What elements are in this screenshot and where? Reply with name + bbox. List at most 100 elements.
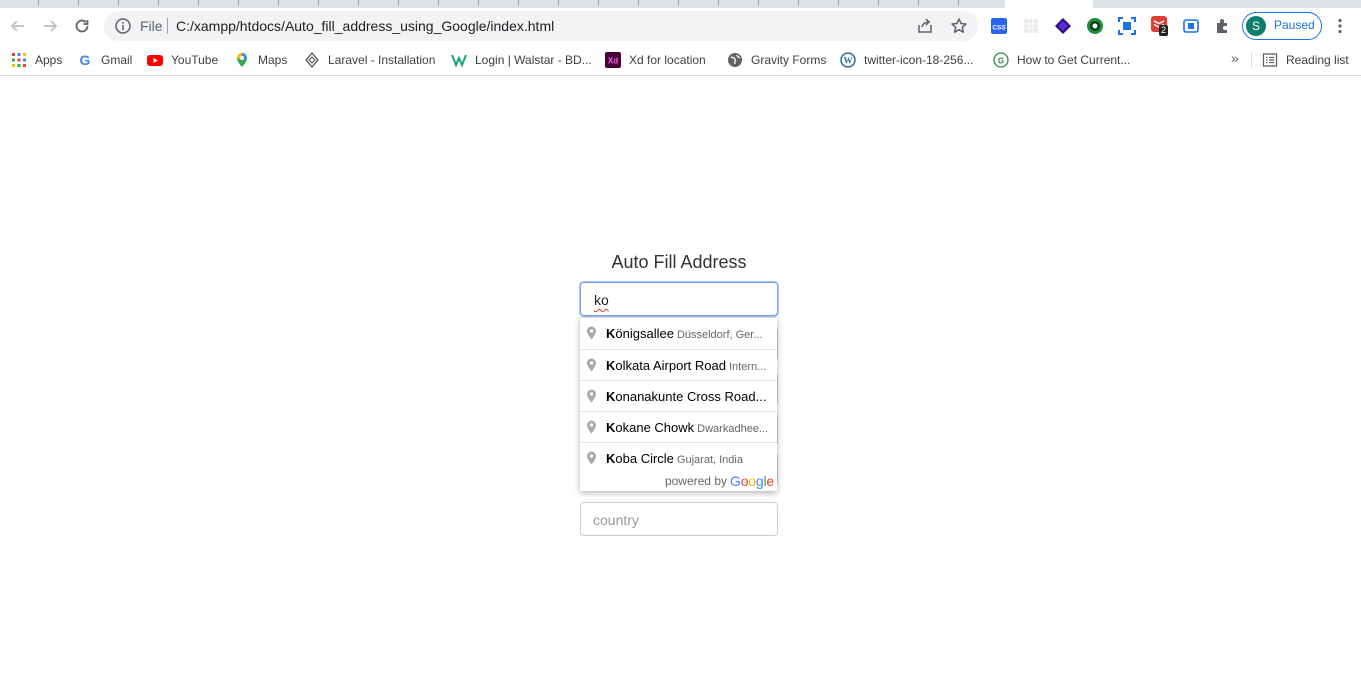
tab-divider xyxy=(798,0,799,6)
tab-divider xyxy=(278,0,279,6)
suggestion-main: olkata Airport Road xyxy=(615,358,726,373)
suggestion-secondary: Intern... xyxy=(728,361,767,373)
forward-arrow-icon xyxy=(44,20,58,32)
bookmark-label: Gmail xyxy=(101,53,133,67)
tab-divider xyxy=(918,0,919,6)
screenshot-extension-icon[interactable] xyxy=(1118,17,1136,35)
country-field[interactable]: country xyxy=(580,502,778,536)
tab-divider xyxy=(78,0,79,6)
share-icon[interactable] xyxy=(916,17,934,35)
info-icon[interactable] xyxy=(114,17,132,35)
tab-extension-icon[interactable] xyxy=(1182,17,1200,35)
apps-grid-icon xyxy=(12,53,26,67)
bookmark-label: Xd for location xyxy=(629,53,706,67)
suggestion-item[interactable]: Kolkata Airport Road Intern... xyxy=(580,349,777,380)
bookmarks-bar: Apps G Gmail YouTube Maps Laravel - Inst… xyxy=(0,44,1361,76)
active-tab[interactable] xyxy=(1005,0,1093,8)
address-search-input[interactable]: ko xyxy=(580,282,778,316)
bookmark-label: Maps xyxy=(258,53,288,67)
bookmark-laravel[interactable]: Laravel - Installation xyxy=(304,50,435,70)
reading-list-icon xyxy=(1262,53,1278,67)
suggestion-item[interactable]: Kokane Chowk Dwarkadhee... xyxy=(580,411,777,442)
svg-text:G: G xyxy=(998,57,1004,66)
tab-divider xyxy=(558,0,559,6)
powered-by-label: powered by xyxy=(664,474,727,488)
bookmark-label: Gravity Forms xyxy=(751,53,827,67)
bookmark-youtube[interactable]: YouTube xyxy=(147,50,218,70)
tab-divider xyxy=(238,0,239,6)
suggestion-match: K xyxy=(606,358,616,373)
bookmark-maps[interactable]: Maps xyxy=(234,50,287,70)
country-placeholder: country xyxy=(593,512,639,528)
tab-divider xyxy=(878,0,879,6)
bookmark-how-to[interactable]: G How to Get Current... xyxy=(993,50,1130,70)
xd-icon: Xd xyxy=(605,52,621,68)
green-circle-extension-icon[interactable] xyxy=(1086,17,1104,35)
profile-status: Paused xyxy=(1274,18,1315,32)
address-bar[interactable]: File C:/xampp/htdocs/Auto_fill_address_u… xyxy=(104,11,978,41)
suggestion-match: K xyxy=(606,326,616,341)
bookmark-xd[interactable]: Xd Xd for location xyxy=(605,50,706,70)
svg-text:W: W xyxy=(844,56,853,66)
suggestion-item[interactable]: Konanakunte Cross Road... xyxy=(580,380,777,411)
tab-divider xyxy=(958,0,959,6)
bookmark-star-icon[interactable] xyxy=(950,17,968,35)
bookmark-label: Login | Walstar - BD... xyxy=(475,53,592,67)
suggestion-item[interactable]: Königsallee Düsseldorf, Ger... xyxy=(580,318,777,349)
tab-divider xyxy=(598,0,599,6)
reading-list-label: Reading list xyxy=(1286,53,1349,67)
suggestion-secondary: Düsseldorf, Ger... xyxy=(676,329,763,341)
back-button[interactable] xyxy=(4,12,32,40)
layers-extension-icon[interactable] xyxy=(1054,17,1072,35)
browser-toolbar: File C:/xampp/htdocs/Auto_fill_address_u… xyxy=(0,8,1361,44)
bookmark-gmail[interactable]: G Gmail xyxy=(77,50,133,70)
bookmark-twitter-icon[interactable]: W twitter-icon-18-256... xyxy=(840,50,973,70)
location-pin-icon xyxy=(587,451,596,465)
bookmark-walstar[interactable]: Login | Walstar - BD... xyxy=(451,50,592,70)
profile-button[interactable]: S Paused xyxy=(1242,12,1322,40)
omnibox-divider xyxy=(167,18,168,34)
reading-list-button[interactable]: Reading list xyxy=(1262,50,1349,70)
suggestion-main: önigsallee xyxy=(615,326,674,341)
search-input-value: ko xyxy=(594,292,609,308)
more-menu-icon[interactable] xyxy=(1331,17,1349,35)
tab-divider xyxy=(158,0,159,6)
grid-extension-icon[interactable] xyxy=(1022,17,1040,35)
suggestion-item[interactable]: Koba Circle Gujarat, India xyxy=(580,442,777,473)
location-pin-icon xyxy=(587,326,596,340)
tab-divider xyxy=(358,0,359,6)
back-arrow-icon xyxy=(10,20,24,32)
bookmark-apps[interactable]: Apps xyxy=(11,50,62,70)
puzzle-extensions-icon[interactable] xyxy=(1214,17,1232,35)
location-pin-icon xyxy=(587,389,596,403)
suggestion-secondary: Dwarkadhee... xyxy=(697,423,769,435)
page-title: Auto Fill Address xyxy=(611,252,747,272)
reload-button[interactable] xyxy=(68,12,96,40)
forward-button[interactable] xyxy=(36,12,64,40)
more-bookmarks-icon[interactable]: » xyxy=(1231,50,1239,66)
bookmark-label: YouTube xyxy=(171,53,219,67)
google-icon: G xyxy=(80,52,91,68)
tab-divider xyxy=(838,0,839,6)
bookmark-label: Apps xyxy=(35,53,63,67)
geeks-icon: G xyxy=(993,52,1009,68)
walstar-icon xyxy=(451,54,467,68)
bookmark-gravity[interactable]: Gravity Forms xyxy=(727,50,826,70)
tab-divider xyxy=(518,0,519,6)
svg-text:Xd: Xd xyxy=(608,57,618,66)
tab-divider xyxy=(478,0,479,6)
tab-divider xyxy=(198,0,199,6)
url-text[interactable]: C:/xampp/htdocs/Auto_fill_address_using_… xyxy=(176,18,554,34)
css-extension-icon[interactable]: CSS xyxy=(990,17,1008,35)
bookmarks-divider xyxy=(1251,52,1252,68)
powered-by-google: powered by Google xyxy=(665,473,774,489)
suggestion-main: okane Chowk xyxy=(615,420,695,435)
svg-text:CSS: CSS xyxy=(992,25,1006,32)
tab-divider xyxy=(398,0,399,6)
extension-badge: 2 xyxy=(1159,25,1169,36)
todo-extension-icon[interactable]: 2 xyxy=(1150,15,1172,37)
tab-divider xyxy=(718,0,719,6)
google-logo: Google xyxy=(730,473,774,489)
scheme-label: File xyxy=(140,18,163,34)
tab-divider xyxy=(38,0,39,6)
